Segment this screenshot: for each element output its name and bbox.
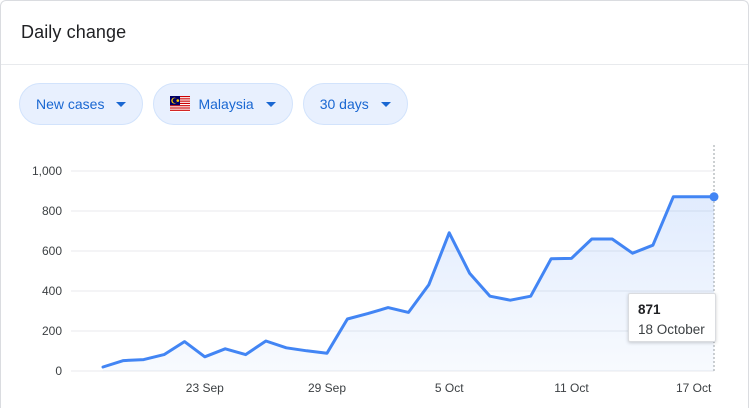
area-fill [103,196,714,371]
range-label: 30 days [319,96,369,112]
metric-label: New cases [36,96,105,112]
daily-change-line-chart[interactable]: 0 200 400 600 800 1,000 23 Sep 29 Sep 5 Oct 11 O… [1,131,749,408]
y-tick-label: 200 [42,324,62,338]
caret-down-icon [265,101,276,107]
metric-dropdown[interactable]: New cases [19,83,144,125]
country-label: Malaysia [198,96,254,112]
range-dropdown[interactable]: 30 days [302,83,408,125]
caret-down-icon [116,101,127,107]
country-dropdown[interactable]: Malaysia [153,83,293,125]
y-tick-label: 600 [42,244,62,258]
y-tick-label: 800 [42,204,62,218]
highlighted-data-point [709,192,719,202]
filter-bar: New cases Malaysia 30 days [19,83,408,125]
card-title: Daily change [21,22,127,42]
chart-area: 0 200 400 600 800 1,000 23 Sep 29 Sep 5 Oct 11 O… [1,131,749,408]
x-tick-label: 11 Oct [554,381,589,395]
caret-down-icon [380,101,391,107]
card-header: Daily change [1,1,748,65]
data-tooltip: 871 18 October [628,293,716,342]
daily-change-card: Daily change New cases Malaysia 30 days … [0,0,749,408]
tooltip-date: 18 October [638,322,705,337]
x-tick-label: 5 Oct [435,381,464,395]
y-tick-label: 400 [42,284,62,298]
malaysia-flag-icon [170,96,191,112]
x-tick-label: 23 Sep [186,381,224,395]
tooltip-value: 871 [638,302,661,317]
x-tick-label: 29 Sep [308,381,346,395]
x-tick-label: 17 Oct [676,381,712,395]
y-tick-label: 0 [55,364,62,378]
y-tick-label: 1,000 [32,164,62,178]
